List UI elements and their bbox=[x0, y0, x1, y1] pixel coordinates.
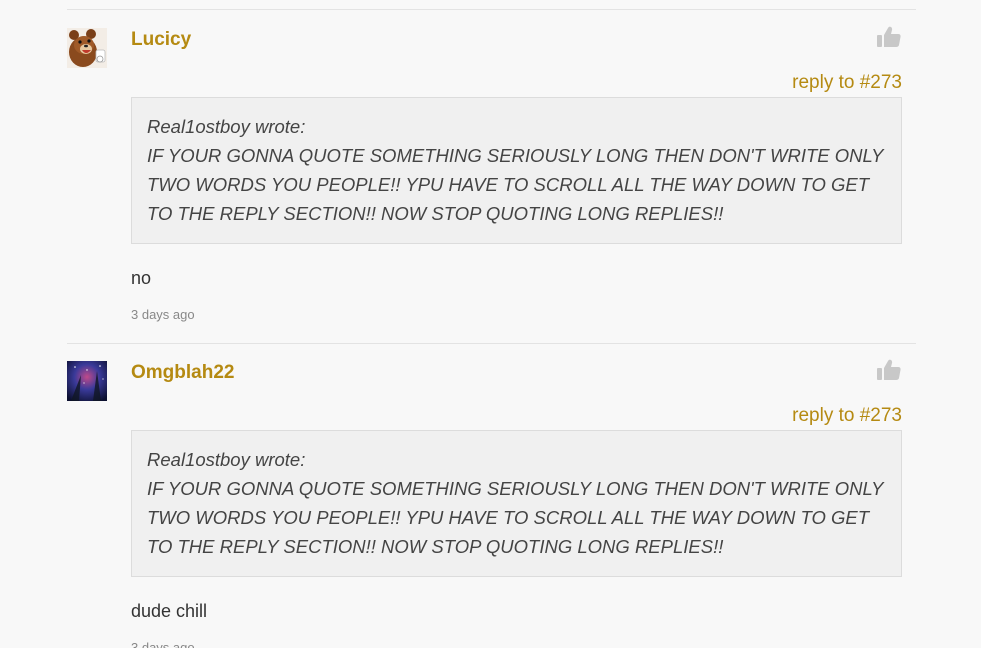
reply-link[interactable]: reply to #273 bbox=[792, 71, 902, 95]
comment-timestamp: 3 days ago bbox=[131, 640, 195, 648]
bear-avatar-icon[interactable] bbox=[67, 28, 107, 68]
comment-divider bbox=[67, 9, 916, 10]
quote-author: Real1ostboy wrote: bbox=[147, 449, 306, 470]
comment-body: dude chill bbox=[131, 601, 208, 621]
quote-block: Real1ostboy wrote: IF YOUR GONNA QUOTE S… bbox=[131, 97, 902, 244]
quote-author: Real1ostboy wrote: bbox=[147, 116, 306, 137]
comments-page: Lucicy reply to #273 Real1ostboy wrote: … bbox=[0, 0, 981, 648]
thumbs-up-icon[interactable] bbox=[876, 357, 902, 383]
quote-text: IF YOUR GONNA QUOTE SOMETHING SERIOUSLY … bbox=[147, 478, 884, 557]
galaxy-avatar-icon[interactable] bbox=[67, 361, 107, 401]
thumbs-up-icon[interactable] bbox=[876, 24, 902, 50]
quote-block: Real1ostboy wrote: IF YOUR GONNA QUOTE S… bbox=[131, 430, 902, 577]
comment-body: no bbox=[131, 268, 152, 288]
username-link[interactable]: Omgblah22 bbox=[131, 361, 234, 385]
reply-link[interactable]: reply to #273 bbox=[792, 404, 902, 428]
quote-text: IF YOUR GONNA QUOTE SOMETHING SERIOUSLY … bbox=[147, 145, 884, 224]
comment-divider bbox=[67, 343, 916, 344]
comment-timestamp: 3 days ago bbox=[131, 307, 195, 322]
username-link[interactable]: Lucicy bbox=[131, 28, 191, 52]
